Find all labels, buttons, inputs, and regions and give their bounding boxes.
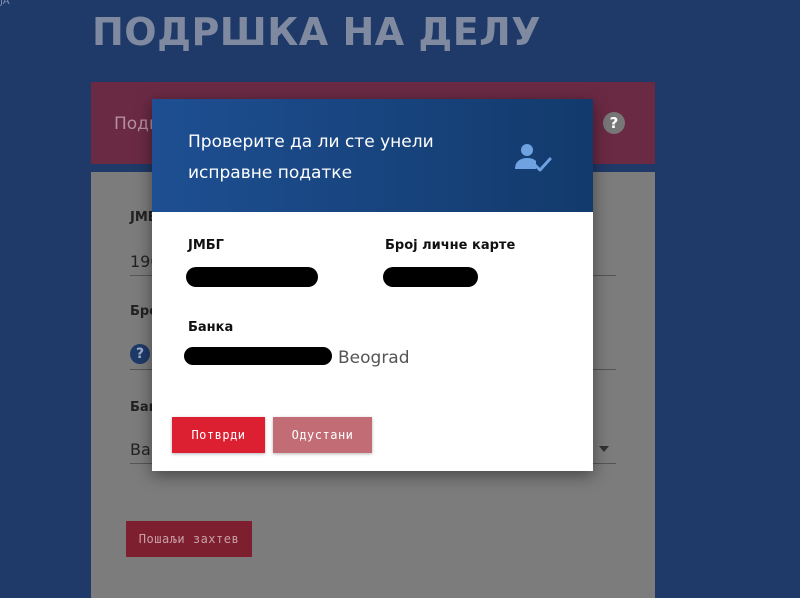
- page-title: ПОДРШКА НА ДЕЛУ: [92, 10, 542, 54]
- chevron-down-icon[interactable]: [599, 446, 609, 452]
- dialog-bank-value: Beograd: [338, 348, 410, 368]
- jmbg-redaction: [186, 267, 318, 287]
- cancel-button[interactable]: Одустани: [273, 417, 372, 453]
- dialog-header: Проверите да ли сте унели исправне подат…: [152, 99, 593, 212]
- dialog-bank-label: Банка: [188, 320, 234, 335]
- id-card-redaction: [383, 267, 478, 287]
- send-request-button[interactable]: Пошаљи захтев: [126, 521, 252, 557]
- user-check-icon: [515, 144, 552, 172]
- corner-text: JA: [0, 0, 10, 7]
- bank-select[interactable]: Ва: [130, 440, 151, 459]
- bank-redaction: [184, 347, 332, 365]
- help-icon[interactable]: ?: [603, 112, 625, 134]
- confirm-button[interactable]: Потврди: [172, 417, 265, 453]
- dialog-title: Проверите да ли сте унели исправне подат…: [188, 132, 434, 183]
- id-help-icon[interactable]: ?: [130, 344, 150, 364]
- dialog-id-card-label: Број личне карте: [385, 238, 516, 253]
- dialog-jmbg-label: ЈМБГ: [188, 238, 224, 253]
- confirm-dialog: Проверите да ли сте унели исправне подат…: [152, 99, 593, 471]
